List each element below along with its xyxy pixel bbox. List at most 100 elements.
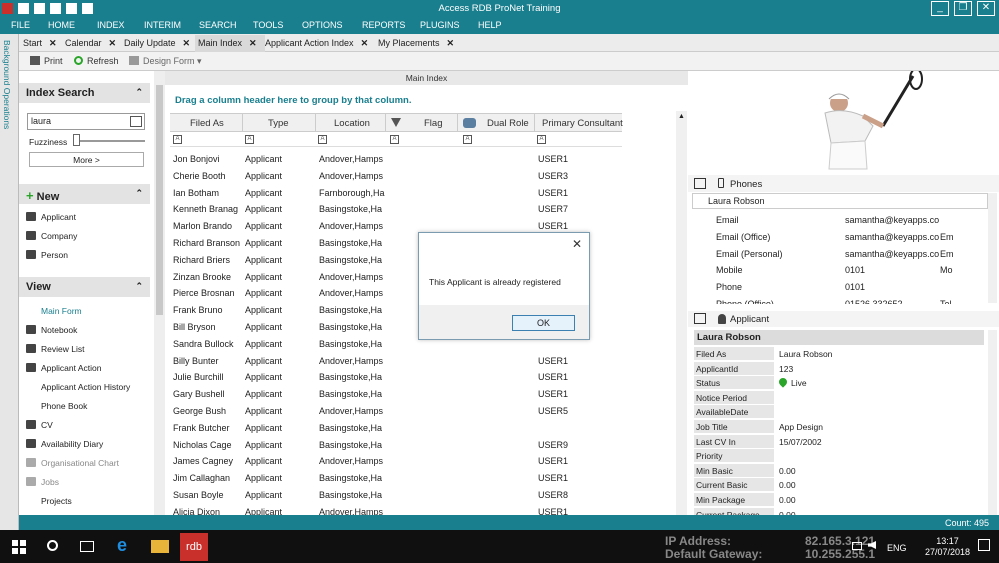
menu-file[interactable]: FILE <box>11 20 30 30</box>
view-projects[interactable]: Projects <box>41 496 72 506</box>
col-type[interactable]: Type <box>268 118 289 129</box>
windows-start-icon[interactable] <box>12 540 26 554</box>
scroll-up-icon[interactable]: ▲ <box>678 113 685 120</box>
filter-icon[interactable]: A <box>173 135 182 144</box>
chevron-up-icon[interactable]: ⌃ <box>135 281 143 292</box>
close-icon[interactable]: ✕ <box>447 38 455 48</box>
internet-explorer-icon[interactable]: e <box>117 535 135 555</box>
left-nav-scrollbar[interactable] <box>154 71 165 515</box>
tab-start[interactable]: Start ✕ <box>23 38 57 49</box>
property-value[interactable]: Laura Robson <box>779 349 832 359</box>
property-value[interactable]: App Design <box>779 422 823 432</box>
language-indicator[interactable]: ENG <box>887 543 907 553</box>
fuzziness-slider-handle[interactable] <box>73 134 80 146</box>
fuzziness-slider-track[interactable] <box>73 140 145 142</box>
table-row[interactable]: Nicholas Cage Applicant Basingstoke,Ha USER… <box>165 437 625 454</box>
tab-my-placements[interactable]: My Placements ✕ <box>378 38 454 49</box>
file-explorer-icon[interactable] <box>151 540 169 553</box>
close-icon[interactable]: ✕ <box>361 38 369 48</box>
chevron-up-icon[interactable]: ⌃ <box>135 87 143 98</box>
close-icon[interactable]: ✕ <box>183 38 191 48</box>
view-phone-book[interactable]: Phone Book <box>41 401 87 411</box>
new-section-header[interactable]: + New ⌃ <box>19 184 150 204</box>
close-icon[interactable]: ✕ <box>109 38 117 48</box>
background-operations-label[interactable]: Background Operations <box>2 40 12 129</box>
more-button[interactable]: More > <box>29 152 144 167</box>
table-row[interactable]: Jon Bonjovi Applicant Andover,Hamps USER1 <box>165 151 625 168</box>
background-operations-strip[interactable]: Background Operations <box>0 34 19 530</box>
print-button[interactable]: Print <box>30 56 63 66</box>
tab-main-index[interactable]: Main Index ✕ <box>198 38 257 49</box>
col-location[interactable]: Location <box>334 118 370 129</box>
menu-home[interactable]: HOME <box>48 20 75 30</box>
property-value[interactable]: 0.00 <box>779 466 796 476</box>
grid-scrollbar[interactable]: ▲ <box>676 111 687 515</box>
view-cv[interactable]: CV <box>26 420 53 430</box>
filter-icon[interactable]: A <box>318 135 327 144</box>
view-review-list[interactable]: Review List <box>26 344 84 354</box>
column-divider[interactable] <box>385 114 386 132</box>
close-icon[interactable]: ✕ <box>49 38 57 48</box>
menu-index[interactable]: INDEX <box>97 20 125 30</box>
tab-calendar[interactable]: Calendar ✕ <box>65 38 116 49</box>
col-primary-consultant[interactable]: Primary Consultant <box>542 118 623 129</box>
filter-icon[interactable]: A <box>390 135 399 144</box>
index-search-header[interactable]: Index Search ⌃ <box>19 83 150 103</box>
property-value[interactable]: Live <box>777 376 807 388</box>
menu-reports[interactable]: REPORTS <box>362 20 405 30</box>
search-query[interactable]: laura <box>31 116 51 126</box>
property-value[interactable]: 0.00 <box>779 480 796 490</box>
new-person[interactable]: Person <box>26 250 68 260</box>
ok-button[interactable]: OK <box>512 315 575 331</box>
close-icon[interactable]: ✕ <box>249 38 257 48</box>
search-input[interactable]: laura <box>27 113 145 130</box>
view-applicant-action-history[interactable]: Applicant Action History <box>41 382 130 392</box>
table-row[interactable]: Frank Butcher Applicant Basingstoke,Ha <box>165 420 625 437</box>
group-by-hint[interactable]: Drag a column header here to group by th… <box>175 95 411 106</box>
filter-icon[interactable]: A <box>463 135 472 144</box>
left-nav-scroll-thumb[interactable] <box>156 85 163 315</box>
table-row[interactable]: Kenneth Branag Applicant Basingstoke,Ha USE… <box>165 201 625 218</box>
minimize-button[interactable]: _ <box>931 1 949 16</box>
new-company[interactable]: Company <box>26 231 77 241</box>
refresh-button[interactable]: Refresh <box>74 56 119 66</box>
people-icon[interactable] <box>463 118 476 128</box>
view-main-form[interactable]: Main Form <box>41 306 82 316</box>
property-value[interactable]: 123 <box>779 364 793 374</box>
table-row[interactable]: Ian Botham Applicant Farnborough,Ha USER1 <box>165 185 625 202</box>
rdb-app-icon[interactable]: rdb <box>180 533 208 561</box>
table-row[interactable]: Alicia Dixon Applicant Andover,Hamps USER1 <box>165 504 625 515</box>
table-row[interactable]: Susan Boyle Applicant Basingstoke,Ha USER8 <box>165 487 625 504</box>
task-view-icon[interactable] <box>80 541 94 552</box>
menu-plugins[interactable]: PLUGINS <box>420 20 460 30</box>
column-divider[interactable] <box>315 114 316 132</box>
table-row[interactable]: Julie Burchill Applicant Basingstoke,Ha USE… <box>165 369 625 386</box>
new-applicant[interactable]: Applicant <box>26 212 76 222</box>
view-applicant-action[interactable]: Applicant Action <box>26 363 101 373</box>
filter-icon[interactable]: A <box>537 135 546 144</box>
tab-daily-update[interactable]: Daily Update ✕ <box>124 38 190 49</box>
close-window-button[interactable]: ✕ <box>977 1 995 16</box>
restore-button[interactable]: ❐ <box>954 1 972 16</box>
view-notebook[interactable]: Notebook <box>26 325 77 335</box>
table-row[interactable]: James Cagney Applicant Andover,Hamps USER1 <box>165 453 625 470</box>
col-flag[interactable]: Flag <box>424 118 442 129</box>
search-icon[interactable] <box>130 116 142 127</box>
table-row[interactable]: Cherie Booth Applicant Andover,Hamps USER3 <box>165 168 625 185</box>
table-row[interactable]: Gary Bushell Applicant Basingstoke,Ha USER1 <box>165 386 625 403</box>
menu-tools[interactable]: TOOLS <box>253 20 283 30</box>
column-divider[interactable] <box>534 114 535 132</box>
notifications-icon[interactable] <box>978 539 990 551</box>
col-dual-role[interactable]: Dual Role <box>487 118 529 129</box>
menu-search[interactable]: SEARCH <box>199 20 237 30</box>
dialog-close-icon[interactable]: ✕ <box>572 237 582 251</box>
tab-applicant-action-index[interactable]: Applicant Action Index ✕ <box>265 38 368 49</box>
applicant-scrollbar[interactable] <box>988 330 997 515</box>
chevron-up-icon[interactable]: ⌃ <box>135 188 143 199</box>
search-icon[interactable] <box>47 540 58 551</box>
phones-scrollbar[interactable] <box>988 193 997 303</box>
table-row[interactable]: Billy Bunter Applicant Andover,Hamps USER1 <box>165 353 625 370</box>
property-value[interactable]: 0.00 <box>779 495 796 505</box>
menu-interim[interactable]: INTERIM <box>144 20 181 30</box>
column-divider[interactable] <box>457 114 458 132</box>
